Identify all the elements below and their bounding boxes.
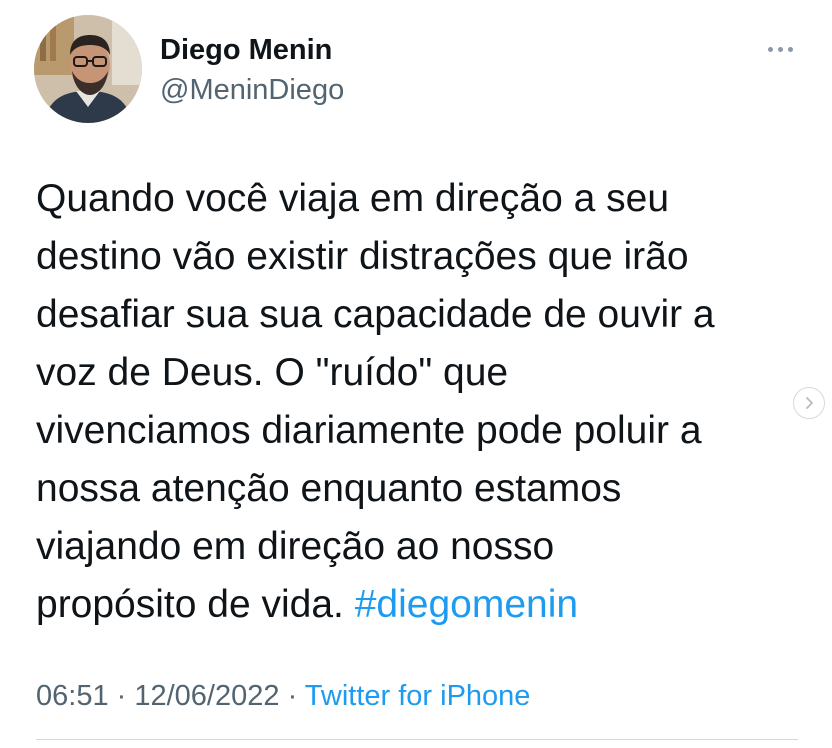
more-horizontal-icon (777, 46, 783, 52)
tweet-text-line-last: propósito de vida. #diegomenin (36, 576, 796, 634)
tweet-card: Diego Menin @MeninDiego Quando você viaj… (0, 0, 832, 748)
more-horizontal-icon (787, 46, 793, 52)
tweet-date[interactable]: 12/06/2022 (134, 680, 279, 712)
avatar-photo (34, 15, 142, 123)
tweet-text-line: vivenciamos diariamente pode poluir a (36, 409, 702, 452)
hashtag-link[interactable]: #diegomenin (355, 583, 578, 626)
tweet-time[interactable]: 06:51 (36, 680, 109, 712)
tweet-text-line: Quando você viaja em direção a seu (36, 177, 670, 220)
author-display-name[interactable]: Diego Menin (160, 30, 332, 70)
tweet-text-line: nossa atenção enquanto estamos (36, 467, 622, 510)
avatar[interactable] (34, 15, 142, 123)
more-options-button[interactable] (760, 34, 800, 64)
tweet-source[interactable]: Twitter for iPhone (305, 680, 531, 712)
tweet-meta: 06:51 · 12/06/2022 · Twitter for iPhone (36, 676, 530, 716)
carousel-next-button[interactable] (793, 387, 825, 419)
divider (36, 739, 798, 740)
tweet-text-line: viajando em direção ao nosso (36, 525, 555, 568)
tweet-text-line: voz de Deus. O "ruído" que (36, 351, 509, 394)
meta-separator: · (108, 680, 135, 712)
author-handle[interactable]: @MeninDiego (160, 70, 344, 110)
tweet-text-line: destino vão existir distrações que irão (36, 235, 689, 278)
tweet-text: Quando você viaja em direção a seu desti… (36, 170, 796, 634)
tweet-text-line: desafiar sua sua capacidade de ouvir a (36, 293, 715, 336)
chevron-right-icon (806, 397, 813, 409)
more-horizontal-icon (767, 46, 773, 52)
tweet-text-line: propósito de vida. (36, 583, 344, 626)
meta-separator: · (279, 680, 305, 712)
